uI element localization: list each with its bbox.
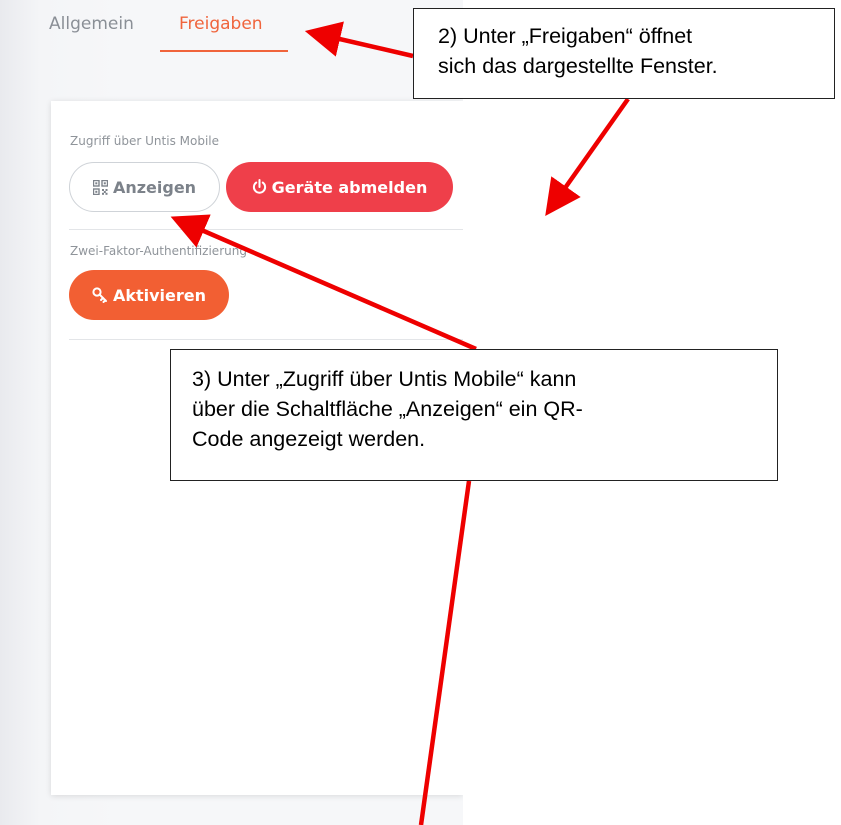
two-factor-label: Zwei-Faktor-Authentifizierung [70, 244, 247, 258]
qr-code-icon [92, 179, 108, 195]
callout-step-2-line: sich das dargestellte Fenster. [438, 54, 718, 78]
key-icon [92, 287, 108, 303]
logout-devices-button[interactable]: Geräte abmelden [226, 162, 453, 212]
mobile-access-label: Zugriff über Untis Mobile [70, 134, 220, 148]
logout-devices-button-label: Geräte abmelden [271, 177, 428, 197]
tab-bar: Allgemein Freigaben [0, 0, 463, 60]
show-qr-button-label: Anzeigen [112, 177, 197, 197]
callout-step-2-line: 2) Unter „Freigaben“ öffnet [438, 24, 693, 48]
tab-shares[interactable]: Freigaben [179, 14, 263, 34]
tab-general[interactable]: Allgemein [49, 14, 134, 34]
show-qr-button[interactable]: Anzeigen [69, 162, 220, 212]
callout-step-3-line: über die Schaltfläche „Anzeigen“ ein QR- [192, 397, 583, 421]
callout-step-3-line: 3) Unter „Zugriff über Untis Mobile“ kan… [192, 367, 577, 391]
divider [69, 229, 463, 230]
activate-2fa-button-label: Aktivieren [112, 285, 207, 305]
callout-step-3: 3) Unter „Zugriff über Untis Mobile“ kan… [170, 349, 778, 481]
divider [69, 339, 463, 340]
active-tab-indicator [160, 50, 288, 52]
activate-2fa-button[interactable]: Aktivieren [69, 270, 229, 320]
callout-step-3-line: Code angezeigt werden. [192, 427, 426, 451]
power-icon [252, 179, 267, 195]
callout-step-2: 2) Unter „Freigaben“ öffnet sich das dar… [413, 8, 835, 99]
arrow-to-panel [545, 97, 630, 217]
